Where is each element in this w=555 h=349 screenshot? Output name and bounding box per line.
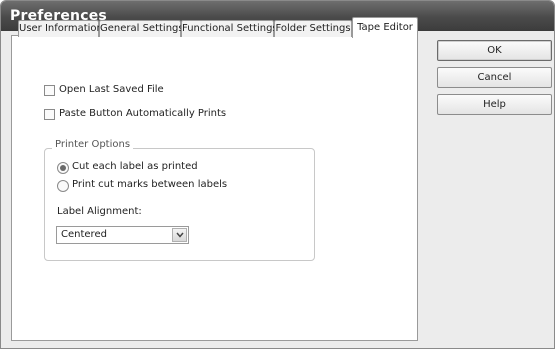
label-alignment-select[interactable]: Centered — [56, 226, 189, 244]
chevron-down-icon[interactable] — [172, 228, 187, 242]
label-alignment-value: Centered — [61, 229, 107, 240]
cancel-button[interactable]: Cancel — [437, 67, 552, 88]
label-alignment-label: Label Alignment: — [57, 206, 142, 217]
radio-selected-dot — [60, 165, 66, 171]
radio-print-cut-marks[interactable] — [57, 180, 69, 192]
paste-auto-prints-checkbox[interactable] — [44, 109, 55, 120]
tab-folder-settings[interactable]: Folder Settings — [274, 20, 352, 37]
paste-auto-prints-label: Paste Button Automatically Prints — [59, 108, 227, 119]
radio-cut-each-label-text: Cut each label as printed — [72, 161, 198, 172]
tab-user-information[interactable]: User Information — [18, 20, 103, 37]
radio-cut-each-label[interactable] — [57, 162, 69, 174]
ok-button[interactable]: OK — [437, 40, 552, 61]
tab-functional-settings[interactable]: Functional Settings — [181, 20, 278, 37]
tab-tape-editor[interactable]: Tape Editor — [352, 17, 418, 38]
tab-general-settings[interactable]: General Settings — [99, 20, 184, 37]
open-last-saved-label: Open Last Saved File — [59, 84, 164, 95]
open-last-saved-checkbox[interactable] — [44, 85, 55, 96]
radio-print-cut-marks-text: Print cut marks between labels — [72, 179, 228, 190]
help-button[interactable]: Help — [437, 94, 552, 115]
printer-options-title: Printer Options — [52, 139, 134, 150]
